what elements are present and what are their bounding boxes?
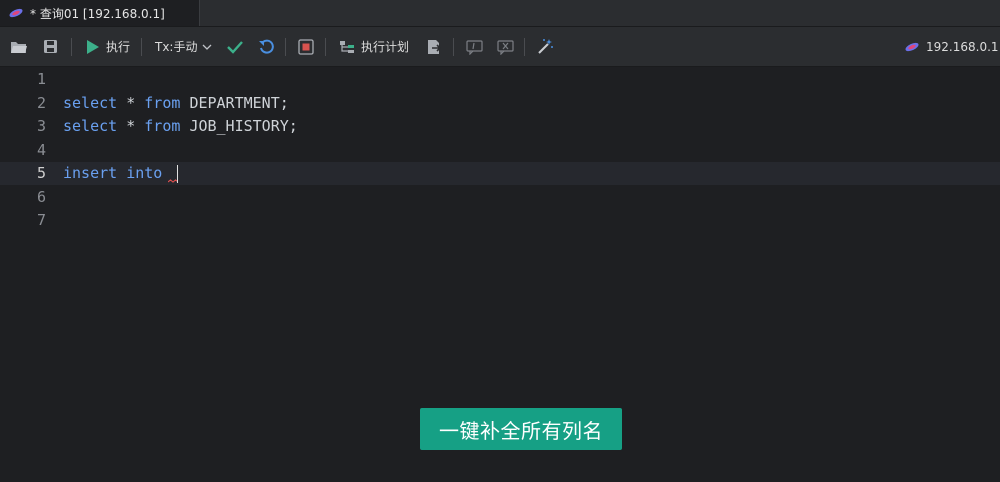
folder-open-icon bbox=[11, 41, 27, 53]
run-button[interactable]: 执行 bbox=[86, 27, 130, 66]
sql-keyword: insert bbox=[63, 164, 118, 182]
editor-line[interactable]: 7 bbox=[0, 209, 1000, 232]
beautify-sql-button[interactable] bbox=[537, 27, 554, 66]
undo-icon bbox=[259, 39, 274, 54]
editor-line[interactable]: 3 select * from JOB_HISTORY; bbox=[0, 115, 1000, 138]
tab-title: * 查询01 [192.168.0.1] bbox=[30, 6, 165, 21]
line-number: 1 bbox=[36, 70, 46, 88]
database-connection-icon bbox=[905, 42, 919, 51]
sql-keyword: select bbox=[63, 117, 118, 135]
open-button[interactable] bbox=[10, 27, 28, 66]
editor-line-current[interactable]: 5 insert into bbox=[0, 162, 1000, 185]
tab-bar: * 查询01 [192.168.0.1] bbox=[0, 0, 1000, 27]
toolbar-separator bbox=[285, 38, 286, 56]
toolbar-separator bbox=[524, 38, 525, 56]
uncomment-icon bbox=[497, 39, 514, 55]
chevron-down-icon bbox=[203, 44, 212, 50]
line-number: 3 bbox=[36, 117, 46, 135]
stop-icon bbox=[298, 38, 314, 55]
feature-hint-banner: 一键补全所有列名 bbox=[420, 408, 622, 450]
transaction-mode-label: Tx:手动 bbox=[155, 40, 198, 54]
line-number: 6 bbox=[36, 188, 46, 206]
stop-button[interactable] bbox=[298, 27, 314, 66]
check-icon bbox=[227, 40, 243, 54]
run-label: 执行 bbox=[106, 40, 131, 54]
editor-line[interactable]: 1 bbox=[0, 68, 1000, 91]
sql-keyword: from bbox=[144, 94, 181, 112]
toolbar-separator bbox=[71, 38, 72, 56]
query-tab[interactable]: * 查询01 [192.168.0.1] bbox=[0, 0, 200, 26]
toolbar-separator bbox=[141, 38, 142, 56]
comment-icon bbox=[466, 39, 483, 55]
editor-line[interactable]: 4 bbox=[0, 139, 1000, 162]
database-connection-icon bbox=[8, 4, 24, 23]
comment-button[interactable] bbox=[466, 27, 483, 66]
line-number: 5 bbox=[36, 164, 46, 182]
line-code: select * from DEPARTMENT; bbox=[63, 94, 289, 112]
uncomment-button[interactable] bbox=[497, 27, 514, 66]
document-export-icon bbox=[428, 39, 442, 54]
explain-plan-icon bbox=[340, 40, 354, 53]
explain-plan-button[interactable]: 执行计划 bbox=[339, 27, 409, 66]
save-icon bbox=[44, 40, 57, 53]
toolbar-separator bbox=[453, 38, 454, 56]
editor-line[interactable]: 6 bbox=[0, 186, 1000, 209]
line-number: 2 bbox=[36, 94, 46, 112]
toolbar-separator bbox=[325, 38, 326, 56]
sql-keyword: from bbox=[144, 117, 181, 135]
line-number: 7 bbox=[36, 211, 46, 229]
line-number: 4 bbox=[36, 141, 46, 159]
magic-wand-icon bbox=[538, 39, 553, 54]
connection-label: 192.168.0.1 bbox=[926, 39, 999, 54]
commit-button[interactable] bbox=[227, 27, 243, 66]
explain-plan-label: 执行计划 bbox=[361, 40, 410, 54]
toolbar: 执行 Tx:手动 执行计划 192.168.0.1 bbox=[0, 27, 1000, 67]
play-icon bbox=[87, 39, 99, 54]
sql-keyword: into bbox=[126, 164, 163, 182]
transaction-mode-dropdown[interactable]: Tx:手动 bbox=[155, 27, 212, 66]
export-button[interactable] bbox=[426, 27, 442, 66]
text-cursor bbox=[177, 165, 178, 183]
line-code: select * from JOB_HISTORY; bbox=[63, 117, 298, 135]
editor-line[interactable]: 2 select * from DEPARTMENT; bbox=[0, 92, 1000, 115]
sql-keyword: select bbox=[63, 94, 118, 112]
rollback-button[interactable] bbox=[258, 27, 274, 66]
connection-selector[interactable]: 192.168.0.1 bbox=[904, 27, 999, 66]
line-code: insert into bbox=[63, 162, 171, 185]
save-button[interactable] bbox=[43, 27, 58, 66]
